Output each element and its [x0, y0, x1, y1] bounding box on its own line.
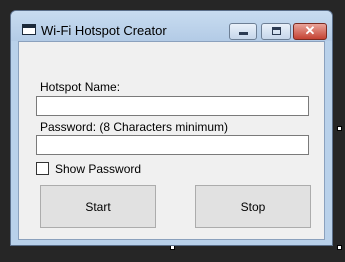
start-button[interactable]: Start [40, 185, 156, 228]
show-password-label[interactable]: Show Password [55, 162, 141, 176]
stop-button[interactable]: Stop [195, 185, 311, 228]
minimize-button[interactable] [229, 23, 257, 40]
password-label: Password: (8 Characters minimum) [40, 120, 229, 134]
hotspot-name-label: Hotspot Name: [40, 80, 121, 94]
close-icon: ✕ [304, 23, 316, 38]
app-window: Wi-Fi Hotspot Creator ✕ Hotspot Name: Pa… [10, 10, 333, 246]
hotspot-name-input[interactable] [36, 96, 309, 116]
title-bar[interactable]: Wi-Fi Hotspot Creator ✕ [11, 11, 332, 41]
resize-handle-corner[interactable] [337, 245, 342, 250]
show-password-checkbox[interactable] [36, 162, 49, 175]
maximize-button[interactable] [261, 23, 291, 40]
window-title: Wi-Fi Hotspot Creator [41, 23, 167, 38]
form-body: Hotspot Name: Password: (8 Characters mi… [18, 41, 325, 240]
resize-handle-right[interactable] [337, 126, 342, 131]
maximize-icon [272, 27, 281, 35]
window-icon [22, 24, 36, 35]
close-button[interactable]: ✕ [293, 23, 327, 40]
password-input[interactable] [36, 135, 309, 155]
minimize-icon [239, 32, 248, 35]
